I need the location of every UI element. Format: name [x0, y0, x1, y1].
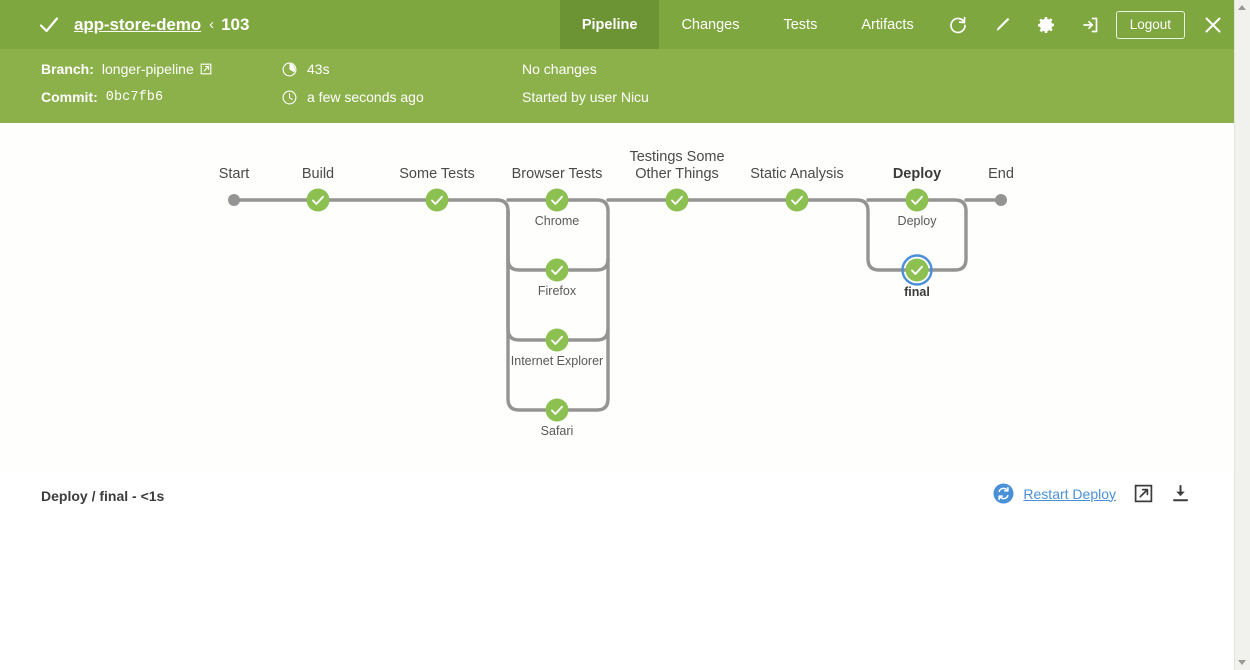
run-header: app-store-demo ‹ 103 Pipeline Changes Te…	[0, 0, 1235, 49]
logout-button[interactable]: Logout	[1116, 11, 1185, 39]
graph-node-safari[interactable]	[546, 399, 569, 422]
step-log-actions: Restart Deploy	[993, 483, 1190, 504]
blue-ocean-run-page: app-store-demo ‹ 103 Pipeline Changes Te…	[0, 0, 1250, 670]
breadcrumb-separator-icon: ‹	[209, 16, 214, 33]
pipeline-graph: Start Build Some Tests Browser Tests Tes…	[0, 123, 1235, 471]
duration-row: 43s	[282, 61, 330, 77]
branch-label: Branch:	[41, 61, 94, 77]
graph-child-label-internet-explorer[interactable]: Internet Explorer	[511, 354, 603, 368]
graph-node-build[interactable]	[307, 189, 330, 212]
restart-circle-icon[interactable]	[993, 483, 1014, 504]
graph-label-start[interactable]: Start	[219, 166, 250, 183]
commit-value: 0bc7fb6	[106, 90, 163, 105]
time-row: a few seconds ago	[282, 89, 424, 105]
graph-node-static-analysis[interactable]	[786, 189, 809, 212]
scroll-up-arrow-icon[interactable]	[1238, 5, 1246, 10]
edit-pencil-icon[interactable]	[980, 0, 1024, 49]
login-arrow-icon[interactable]	[1068, 0, 1112, 49]
time-ago-value: a few seconds ago	[307, 89, 424, 105]
external-link-icon[interactable]	[200, 63, 212, 75]
scroll-down-arrow-icon[interactable]	[1238, 660, 1246, 665]
graph-child-label-deploy[interactable]: Deploy	[898, 214, 937, 228]
graph-label-end[interactable]: End	[988, 166, 1014, 183]
close-icon[interactable]	[1191, 0, 1235, 49]
step-log-section: Deploy / final - <1s Restart Deploy	[0, 471, 1235, 670]
run-id: 103	[221, 15, 249, 35]
changes-summary: No changes	[522, 61, 597, 77]
graph-node-chrome[interactable]	[546, 189, 569, 212]
graph-label-browser-tests[interactable]: Browser Tests	[512, 166, 603, 183]
tab-changes[interactable]: Changes	[659, 0, 761, 49]
graph-label-static-analysis[interactable]: Static Analysis	[750, 166, 844, 183]
rerun-icon[interactable]	[936, 0, 980, 49]
branch-row: Branch: longer-pipeline	[41, 61, 212, 77]
graph-child-label-safari[interactable]: Safari	[541, 424, 574, 438]
tab-pipeline[interactable]: Pipeline	[560, 0, 660, 49]
commit-label: Commit:	[41, 89, 98, 105]
graph-node-end[interactable]	[995, 194, 1007, 206]
tab-tests[interactable]: Tests	[761, 0, 839, 49]
graph-node-some-tests[interactable]	[426, 189, 449, 212]
commit-row: Commit: 0bc7fb6	[41, 89, 163, 105]
gear-icon[interactable]	[1024, 0, 1068, 49]
graph-node-firefox[interactable]	[546, 259, 569, 282]
duration-value: 43s	[307, 61, 330, 77]
pipeline-graph-connectors	[0, 123, 1235, 471]
check-icon	[38, 14, 60, 36]
external-link-icon[interactable]	[1134, 484, 1153, 503]
tab-artifacts[interactable]: Artifacts	[839, 0, 935, 49]
run-meta-bar: Branch: longer-pipeline Commit: 0bc7fb6 …	[0, 49, 1235, 123]
run-header-nav: Pipeline Changes Tests Artifacts	[560, 0, 1235, 49]
clock-icon	[282, 90, 297, 105]
run-header-title-group: app-store-demo ‹ 103	[0, 0, 560, 49]
graph-label-build[interactable]: Build	[302, 166, 334, 183]
graph-label-deploy[interactable]: Deploy	[893, 166, 941, 183]
graph-node-start[interactable]	[228, 194, 240, 206]
step-log-title: Deploy / final - <1s	[41, 488, 164, 504]
graph-node-testings-some-other-things[interactable]	[666, 189, 689, 212]
graph-child-label-firefox[interactable]: Firefox	[538, 284, 576, 298]
download-icon[interactable]	[1171, 484, 1190, 503]
job-name-link[interactable]: app-store-demo	[74, 15, 201, 35]
graph-node-internet-explorer[interactable]	[546, 329, 569, 352]
graph-label-some-tests[interactable]: Some Tests	[399, 166, 475, 183]
graph-child-label-final[interactable]: final	[904, 285, 930, 299]
restart-deploy-link[interactable]: Restart Deploy	[1023, 486, 1116, 502]
graph-node-final[interactable]	[903, 256, 932, 285]
graph-child-label-chrome[interactable]: Chrome	[535, 214, 579, 228]
run-cause: Started by user Nicu	[522, 89, 649, 105]
page-scrollbar[interactable]	[1234, 0, 1250, 670]
duration-icon	[282, 62, 297, 77]
graph-label-testings-some-other-things[interactable]: Testings Some Other Things	[629, 149, 724, 183]
branch-value: longer-pipeline	[102, 61, 194, 77]
graph-node-deploy[interactable]	[906, 189, 929, 212]
